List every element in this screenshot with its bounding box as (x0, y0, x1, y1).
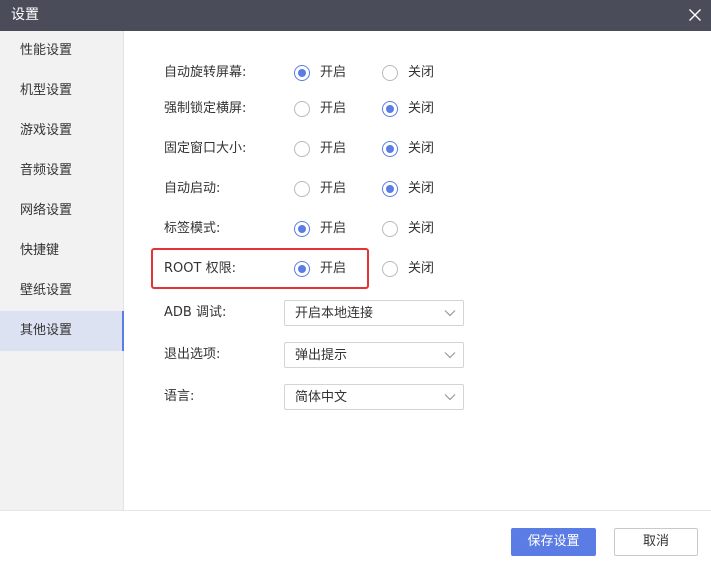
radio-circle-icon (294, 65, 310, 81)
sidebar-item-label: 快捷键 (20, 243, 60, 258)
adb-debug-value: 开启本地连接 (295, 306, 374, 321)
radio-circle-icon (382, 181, 398, 197)
sidebar-item-label: 机型设置 (20, 83, 73, 98)
radio-circle-icon (382, 65, 398, 81)
dialog-footer: 保存设置 取消 (0, 510, 711, 563)
language-label: 语言: (164, 389, 195, 404)
radio-option-label: 关闭 (408, 261, 435, 276)
radio-option-label: 开启 (320, 181, 347, 196)
sidebar-item-performance[interactable]: 性能设置 (0, 31, 124, 71)
radio-circle-icon (294, 141, 310, 157)
sidebar-item-label: 网络设置 (20, 203, 73, 218)
chevron-down-icon (444, 394, 456, 401)
settings-panel: 自动旋转屏幕: 开启 关闭 强制锁定横屏: 开启 关闭 固定窗口大小: 开启 关… (124, 31, 711, 510)
sidebar-item-network[interactable]: 网络设置 (0, 191, 124, 231)
sidebar-item-audio[interactable]: 音频设置 (0, 151, 124, 191)
radio-option-label: 关闭 (408, 65, 435, 80)
chevron-down-icon (444, 310, 456, 317)
radio-circle-icon (294, 181, 310, 197)
close-icon[interactable] (683, 3, 707, 27)
radio-option-label: 关闭 (408, 221, 435, 236)
radio-circle-icon (382, 261, 398, 277)
sidebar-item-label: 游戏设置 (20, 123, 73, 138)
adb-debug-label: ADB 调试: (164, 305, 227, 320)
sidebar: 性能设置 机型设置 游戏设置 音频设置 网络设置 快捷键 壁纸设置 其他设置 (0, 31, 125, 510)
sidebar-item-game[interactable]: 游戏设置 (0, 111, 124, 151)
exit-option-select[interactable]: 弹出提示 (284, 342, 464, 368)
radio-option-label: 开启 (320, 141, 347, 156)
tab-mode-label: 标签模式: (164, 221, 221, 236)
sidebar-item-label: 性能设置 (20, 43, 73, 58)
force-landscape-label: 强制锁定横屏: (164, 101, 247, 116)
root-permission-label: ROOT 权限: (164, 261, 236, 276)
radio-option-label: 关闭 (408, 141, 435, 156)
sidebar-item-label: 音频设置 (20, 163, 73, 178)
save-settings-button[interactable]: 保存设置 (511, 528, 596, 556)
radio-option-label: 开启 (320, 101, 347, 116)
chevron-down-icon (444, 352, 456, 359)
sidebar-item-label: 壁纸设置 (20, 283, 73, 298)
radio-circle-icon (294, 261, 310, 277)
auto-start-label: 自动启动: (164, 181, 221, 196)
radio-option-label: 开启 (320, 65, 347, 80)
radio-option-label: 开启 (320, 261, 347, 276)
radio-circle-icon (382, 141, 398, 157)
sidebar-item-shortcuts[interactable]: 快捷键 (0, 231, 124, 271)
exit-option-value: 弹出提示 (295, 348, 348, 363)
radio-option-label: 开启 (320, 221, 347, 236)
language-select[interactable]: 简体中文 (284, 384, 464, 410)
title-bar: 设置 (0, 0, 711, 31)
language-value: 简体中文 (295, 390, 348, 405)
radio-option-label: 关闭 (408, 181, 435, 196)
auto-rotate-label: 自动旋转屏幕: (164, 65, 247, 80)
sidebar-item-device-model[interactable]: 机型设置 (0, 71, 124, 111)
sidebar-item-wallpaper[interactable]: 壁纸设置 (0, 271, 124, 311)
adb-debug-select[interactable]: 开启本地连接 (284, 300, 464, 326)
cancel-button[interactable]: 取消 (614, 528, 698, 556)
radio-circle-icon (294, 221, 310, 237)
radio-circle-icon (294, 101, 310, 117)
window-title: 设置 (11, 7, 39, 23)
radio-circle-icon (382, 101, 398, 117)
exit-option-label: 退出选项: (164, 347, 221, 362)
sidebar-item-other[interactable]: 其他设置 (0, 311, 125, 351)
radio-circle-icon (382, 221, 398, 237)
radio-option-label: 关闭 (408, 101, 435, 116)
fixed-window-size-label: 固定窗口大小: (164, 141, 247, 156)
sidebar-item-label: 其他设置 (20, 323, 73, 338)
